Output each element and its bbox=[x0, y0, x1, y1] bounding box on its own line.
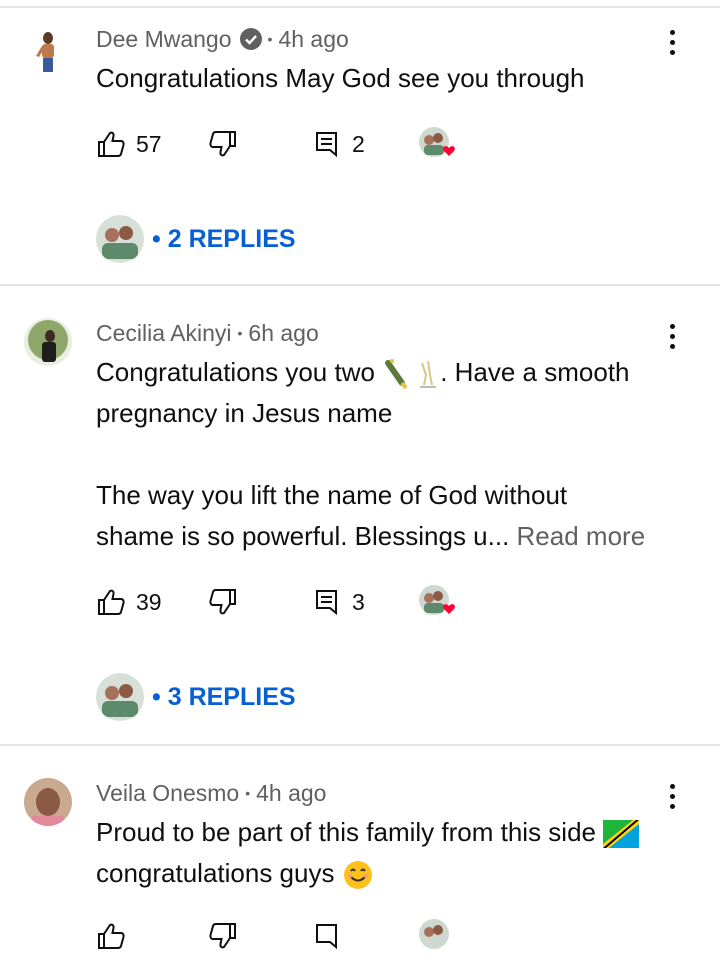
comment-text: pregnancy in Jesus name bbox=[96, 398, 393, 428]
heart-icon bbox=[443, 604, 455, 614]
thumbs-up-icon bbox=[98, 131, 125, 157]
dislike-button[interactable] bbox=[208, 124, 238, 164]
separator: • bbox=[267, 31, 273, 47]
reply-count: 2 bbox=[352, 130, 365, 157]
replies-label: • 3 REPLIES bbox=[152, 682, 296, 711]
like-count: 57 bbox=[136, 130, 162, 157]
tanzania-flag-emoji bbox=[603, 820, 640, 849]
creator-heart-badge bbox=[418, 126, 458, 166]
thumbs-down-icon bbox=[209, 131, 236, 157]
comment-time: 4h ago bbox=[278, 25, 349, 52]
thumbs-up-icon bbox=[98, 589, 125, 615]
like-count: 39 bbox=[136, 588, 162, 615]
reply-button[interactable]: 2 bbox=[314, 124, 365, 164]
comment-text: congratulations guys bbox=[96, 858, 335, 888]
like-button[interactable]: 57 bbox=[96, 124, 162, 164]
comment-thread: Cecilia Akinyi • 6h ago Congratulations … bbox=[0, 286, 720, 744]
comment-text: The way you lift the name of God without bbox=[96, 480, 568, 510]
comment-text: Congratulations May God see you through bbox=[96, 63, 585, 93]
author-name[interactable]: Cecilia Akinyi bbox=[96, 320, 232, 347]
comment-meta: Cecilia Akinyi • 6h ago bbox=[96, 318, 319, 348]
comment-body: Congratulations you two . Have a smooth … bbox=[96, 352, 696, 557]
avatar bbox=[96, 215, 144, 263]
comment-actions: 39 3 bbox=[96, 582, 496, 622]
avatar[interactable] bbox=[24, 28, 72, 76]
champagne-emoji bbox=[385, 359, 437, 390]
comment-body: Congratulations May God see you through bbox=[96, 58, 696, 99]
view-replies-button[interactable]: • 3 REPLIES bbox=[96, 672, 296, 722]
comment-body: Proud to be part of this family from thi… bbox=[96, 812, 696, 894]
author-name[interactable]: Veila Onesmo bbox=[96, 780, 239, 807]
comment-text: Proud to be part of this family from thi… bbox=[96, 817, 596, 847]
comment-text-line: congratulations guys bbox=[96, 853, 696, 894]
dislike-button[interactable] bbox=[208, 582, 238, 622]
heart-icon bbox=[443, 146, 455, 156]
read-more-link[interactable]: Read more bbox=[517, 521, 646, 551]
comment-time: 4h ago bbox=[256, 779, 327, 806]
comment-thread: Veila Onesmo • 4h ago Proud to be part o… bbox=[0, 746, 720, 950]
reply-button[interactable] bbox=[314, 916, 340, 956]
thumbs-down-icon bbox=[209, 589, 236, 615]
reply-count: 3 bbox=[352, 588, 365, 615]
comment-text-line: shame is so powerful. Blessings u... Rea… bbox=[96, 516, 696, 557]
reply-button[interactable]: 3 bbox=[314, 582, 365, 622]
dislike-button[interactable] bbox=[208, 916, 238, 956]
more-vert-icon[interactable] bbox=[660, 778, 684, 814]
like-button[interactable]: 39 bbox=[96, 582, 162, 622]
comment-text-line: Proud to be part of this family from thi… bbox=[96, 812, 696, 853]
view-replies-button[interactable]: • 2 REPLIES bbox=[96, 214, 296, 264]
separator: • bbox=[237, 325, 243, 341]
comment-meta: Dee Mwango • 4h ago bbox=[96, 24, 349, 54]
comment-time: 6h ago bbox=[248, 319, 319, 346]
comment-actions: 57 2 bbox=[96, 124, 496, 164]
creator-heart-badge bbox=[418, 584, 458, 624]
avatar[interactable] bbox=[24, 318, 72, 366]
comment-text: shame is so powerful. Blessings u... bbox=[96, 521, 510, 551]
comment-text-line: Congratulations you two . Have a smooth bbox=[96, 352, 696, 393]
reply-icon bbox=[316, 590, 337, 616]
avatar bbox=[96, 673, 144, 721]
verified-icon bbox=[239, 28, 262, 50]
comment-text: Congratulations you two bbox=[96, 357, 375, 387]
reply-icon bbox=[316, 132, 337, 158]
like-button[interactable] bbox=[96, 916, 126, 956]
thumbs-up-icon bbox=[98, 923, 125, 949]
replies-label: • 2 REPLIES bbox=[152, 224, 296, 253]
more-vert-icon[interactable] bbox=[660, 318, 684, 354]
separator: • bbox=[245, 785, 251, 801]
more-vert-icon[interactable] bbox=[660, 24, 684, 60]
thumbs-down-icon bbox=[209, 923, 236, 949]
avatar[interactable] bbox=[24, 778, 72, 826]
smile-emoji bbox=[343, 861, 372, 890]
creator-heart-badge bbox=[418, 918, 458, 958]
reply-icon bbox=[316, 924, 337, 950]
comment-meta: Veila Onesmo • 4h ago bbox=[96, 778, 326, 808]
comment-text: . Have a smooth bbox=[440, 357, 630, 387]
author-name[interactable]: Dee Mwango bbox=[96, 26, 232, 53]
comment-thread: Dee Mwango • 4h ago Congratulations May … bbox=[0, 8, 720, 284]
comment-actions bbox=[96, 916, 496, 956]
